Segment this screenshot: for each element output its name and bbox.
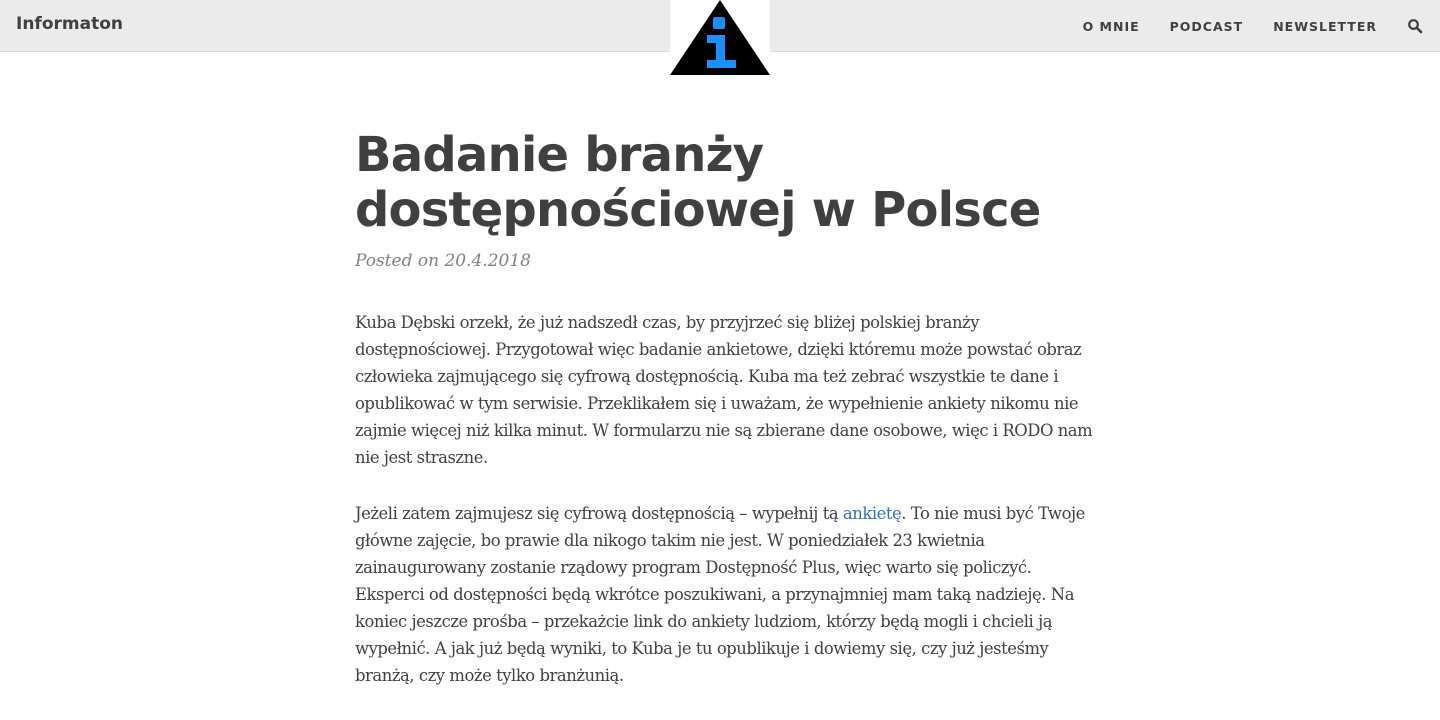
nav-link-newsletter[interactable]: NEWSLETTER bbox=[1273, 19, 1377, 34]
post-paragraph: Jeżeli zatem zajmujesz się cyfrową dostę… bbox=[355, 500, 1095, 689]
nav-link-about[interactable]: O MNIE bbox=[1083, 19, 1140, 34]
post-paragraph: Kuba Dębski orzekł, że już nadszedł czas… bbox=[355, 313, 1093, 467]
info-triangle-icon bbox=[670, 0, 770, 75]
post-body: Kuba Dębski orzekł, że już nadszedł czas… bbox=[355, 309, 1095, 689]
post-date: Posted on 20.4.2018 bbox=[355, 251, 531, 271]
post-title: Badanie branży dostępnościowej w Polsce bbox=[355, 127, 1041, 238]
main-nav: O MNIE PODCAST NEWSLETTER bbox=[1083, 0, 1440, 52]
navbar: Informaton O MNIE PODCAST NEWSLETTER bbox=[0, 0, 1440, 76]
paragraph-text: . To nie musi być Twoje główne zajęcie, … bbox=[355, 504, 1085, 685]
site-logo[interactable] bbox=[670, 0, 770, 76]
post-article: Badanie branży dostępnościowej w Polsce … bbox=[355, 128, 1095, 689]
search-icon[interactable] bbox=[1407, 18, 1423, 34]
paragraph-text: Jeżeli zatem zajmujesz się cyfrową dostę… bbox=[355, 504, 843, 523]
survey-link[interactable]: ankietę bbox=[843, 504, 902, 523]
site-brand-link[interactable]: Informaton bbox=[16, 14, 123, 34]
nav-link-podcast[interactable]: PODCAST bbox=[1170, 19, 1244, 34]
